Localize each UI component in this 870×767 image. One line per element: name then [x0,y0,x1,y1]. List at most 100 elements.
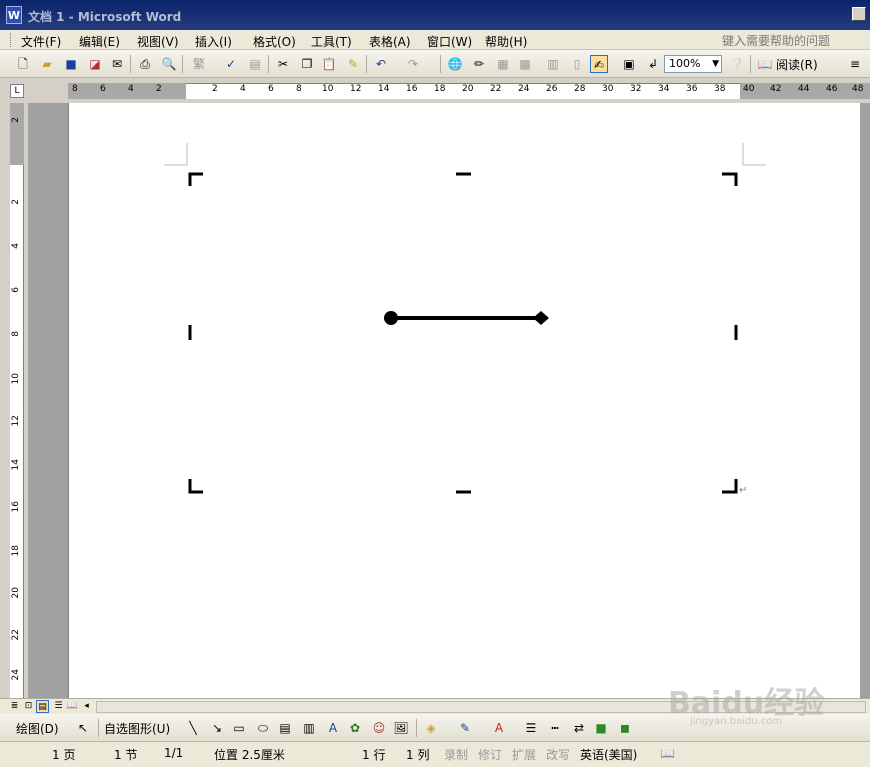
select-objects-icon[interactable]: ↖ [74,719,92,737]
oval-icon[interactable]: ⬭ [254,719,272,737]
ruler-tick: 36 [686,84,698,94]
drawing-toggle-icon[interactable]: ▯ [568,55,586,73]
research-icon[interactable]: ▤ [246,55,264,73]
spelling-status-icon[interactable]: 📖 [660,746,675,760]
shadow-style-icon[interactable]: ■ [592,719,610,737]
status-rec[interactable]: 录制 [444,746,468,763]
drawing-canvas[interactable]: ↵ [69,103,861,698]
menu-edit[interactable]: 编辑(E) [76,32,123,51]
word-app-icon[interactable]: W [6,6,22,24]
document-map-icon[interactable]: ▣ [620,55,638,73]
autoshapes-menu-button[interactable]: 自选图形(U) [104,720,170,737]
ruler-tick: 48 [852,84,864,94]
rectangle-icon[interactable]: ▭ [230,719,248,737]
normal-view-icon[interactable]: ≣ [8,700,21,713]
ruler-tick: 10 [11,373,21,385]
insert-table-icon[interactable]: ▦ [494,55,512,73]
ruler-tick: 14 [11,459,21,471]
oval-line-end [384,311,398,325]
left-page-background [28,103,68,698]
tab-selector[interactable]: L [10,84,24,98]
menu-window[interactable]: 窗口(W) [424,32,475,51]
status-bar: 1 页 1 节 1/1 位置 2.5厘米 1 行 1 列 录制 修订 扩展 改写… [0,742,870,767]
menu-help[interactable]: 帮助(H) [482,32,530,51]
redo-icon[interactable]: ↷ [404,55,422,73]
help-search-box[interactable]: 键入需要帮助的问题 [722,32,830,49]
undo-icon[interactable]: ↶ [372,55,390,73]
spelling-icon[interactable]: ✓ [222,55,240,73]
fill-color-icon[interactable]: ◈ [422,719,440,737]
arrow-line-shape[interactable] [384,311,549,325]
save-icon[interactable]: ■ [62,55,80,73]
tables-borders-icon[interactable]: ✏ [470,55,488,73]
ruler-tick: 8 [72,84,78,94]
menu-table[interactable]: 表格(A) [366,32,414,51]
ruler-tick: 32 [630,84,642,94]
menu-insert[interactable]: 插入(I) [192,32,235,51]
read-button[interactable]: 阅读(R) [776,56,818,73]
arrow-icon[interactable]: ↘ [208,719,226,737]
status-trk[interactable]: 修订 [478,746,502,763]
print-view-icon[interactable]: ▤ [36,700,49,713]
picture-icon[interactable]: 🖼 [392,719,410,737]
menu-file[interactable]: 文件(F) [18,32,64,51]
web-view-icon[interactable]: ⊡ [22,700,35,713]
clipart-icon[interactable]: ☺ [370,719,388,737]
ruler-tick: 22 [490,84,502,94]
3d-style-icon[interactable]: ◼ [616,719,634,737]
diagram-icon[interactable]: ✿ [346,719,364,737]
toolbar-grip[interactable] [10,33,13,47]
menu-tools[interactable]: 工具(T) [308,32,355,51]
ruler-tick: 8 [11,331,21,337]
new-document-icon[interactable]: 🗋 [14,55,32,73]
format-painter-icon[interactable]: ✎ [344,55,362,73]
ruler-tick: 40 [743,84,755,94]
permission-icon[interactable]: ◪ [86,55,104,73]
copy-icon[interactable]: ❐ [298,55,316,73]
dash-style-icon[interactable]: ┅ [546,719,564,737]
scroll-left-icon[interactable]: ◂ [80,700,93,713]
read-icon[interactable]: 📖 [756,55,774,73]
zoom-value: 100% [669,57,701,70]
menu-format[interactable]: 格式(O) [250,32,299,51]
reading-view-icon[interactable]: 📖 [66,700,79,713]
ruler-tick: 46 [826,84,838,94]
status-line: 1 行 [362,748,386,762]
chevron-down-icon: ▼ [712,59,719,69]
align-icon[interactable]: ≡ [846,55,864,73]
ruler-tick: 6 [268,84,274,94]
ruler-tick: 6 [11,287,21,293]
line-style-icon[interactable]: ☰ [522,719,540,737]
ruler-tick: 4 [128,84,134,94]
textbox-icon[interactable]: ▤ [276,719,294,737]
document-page[interactable]: ↵ [68,103,860,698]
columns-icon[interactable]: ▥ [544,55,562,73]
insert-excel-icon[interactable]: ▩ [516,55,534,73]
draw-menu-button[interactable]: 绘图(D) [16,720,59,737]
vertical-textbox-icon[interactable]: ▥ [300,719,318,737]
paste-icon[interactable]: 📋 [320,55,338,73]
hyperlink-icon[interactable]: 🌐 [446,55,464,73]
show-hide-icon[interactable]: ↲ [644,55,662,73]
line-icon[interactable]: ╲ [184,719,202,737]
status-page: 1 页 [52,748,76,762]
zoom-select[interactable]: 100% ▼ [664,55,722,73]
print-preview-icon[interactable]: 🔍 [160,55,178,73]
arrow-style-icon[interactable]: ⇄ [570,719,588,737]
help-icon[interactable]: ❔ [728,55,746,73]
status-ovr[interactable]: 改写 [546,746,570,763]
status-ext[interactable]: 扩展 [512,746,536,763]
email-icon[interactable]: ✉ [108,55,126,73]
open-folder-icon[interactable]: ▰ [38,55,56,73]
line-color-icon[interactable]: ✎ [456,719,474,737]
cut-icon[interactable]: ✂ [274,55,292,73]
font-color-icon[interactable]: A [490,719,508,737]
window-control-button[interactable] [852,7,866,21]
wordart-icon[interactable]: A [324,719,342,737]
traditional-chinese-icon[interactable]: 繁 [190,55,208,73]
print-icon[interactable]: ⎙ [136,55,154,73]
outline-view-icon[interactable]: ☰ [52,700,65,713]
ruler-tick: 6 [100,84,106,94]
menu-view[interactable]: 视图(V) [134,32,182,51]
drawing-icon[interactable]: ✍ [590,55,608,73]
